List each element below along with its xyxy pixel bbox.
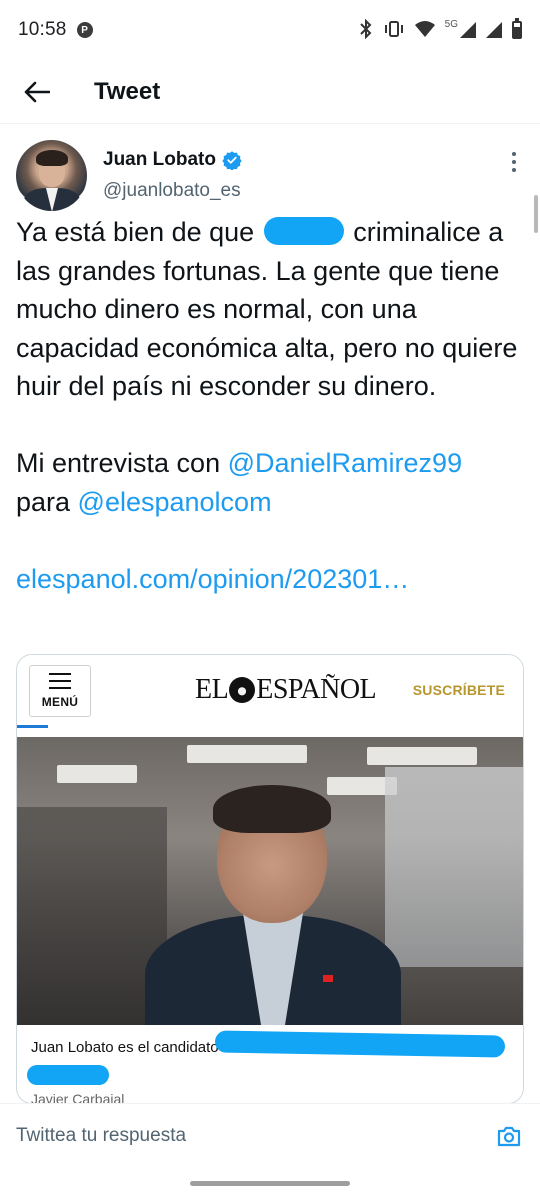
tweet: Juan Lobato @juanlobato_es Ya está bien … xyxy=(0,124,540,1104)
site-menu-button[interactable]: MENÚ xyxy=(29,665,91,717)
status-bar: 10:58 P 5G xyxy=(0,0,540,60)
network-type: 5G xyxy=(444,18,458,30)
battery-icon xyxy=(512,18,522,39)
verified-badge-icon xyxy=(222,151,242,170)
tweet-text-part-1: Ya está bien de que xyxy=(16,217,262,247)
hamburger-icon xyxy=(49,673,71,689)
avatar[interactable] xyxy=(16,140,87,211)
reading-progress xyxy=(17,725,523,728)
redaction-mark xyxy=(263,217,344,245)
site-header: MENÚ EL ESPAÑOL SUSCRÍBETE xyxy=(17,655,523,728)
mention-danielramirez99[interactable]: @DanielRamirez99 xyxy=(228,448,463,478)
home-indicator[interactable] xyxy=(190,1181,350,1186)
signal-icon xyxy=(460,22,476,38)
tweet-author: Juan Lobato @juanlobato_es xyxy=(0,124,540,214)
status-time: 10:58 xyxy=(18,19,67,40)
tweet-text: Ya está bien de que criminalice a las gr… xyxy=(16,213,526,598)
caption-redaction-mark-2 xyxy=(27,1065,109,1085)
site-logo: EL ESPAÑOL xyxy=(195,674,377,706)
reply-bar xyxy=(0,1103,540,1167)
interview-prefix: Mi entrevista con xyxy=(16,448,228,478)
mention-elespanolcom[interactable]: @elespanolcom xyxy=(78,487,272,517)
more-options-button[interactable] xyxy=(508,152,520,172)
author-name-row: Juan Lobato xyxy=(103,149,242,171)
camera-icon[interactable] xyxy=(496,1124,522,1148)
author-handle[interactable]: @juanlobato_es xyxy=(103,180,241,202)
subscribe-link[interactable]: SUSCRÍBETE xyxy=(413,682,505,698)
arrow-left-icon xyxy=(24,81,50,102)
scrollbar[interactable] xyxy=(534,195,538,233)
signal-icon-2 xyxy=(486,22,502,38)
article-photo xyxy=(17,737,523,1025)
back-button[interactable] xyxy=(17,72,57,112)
more-dots-icon xyxy=(512,152,516,156)
brand-left: EL xyxy=(195,674,229,705)
top-app-bar: Tweet xyxy=(0,60,540,124)
article-url-link[interactable]: elespanol.com/opinion/202301… xyxy=(16,564,409,594)
app-notification-icon: P xyxy=(76,22,93,38)
vibrate-icon xyxy=(383,20,405,41)
link-preview-card[interactable]: MENÚ EL ESPAÑOL SUSCRÍBETE Juan Lobato e… xyxy=(16,654,524,1104)
status-icons: 5G xyxy=(359,18,522,42)
author-name[interactable]: Juan Lobato xyxy=(103,149,216,171)
interview-middle: para xyxy=(16,486,78,517)
brand-right: ESPAÑOL xyxy=(256,674,377,705)
lion-logo-icon xyxy=(229,677,256,703)
wifi-icon xyxy=(414,20,435,40)
page-title: Tweet xyxy=(94,77,161,105)
menu-label: MENÚ xyxy=(41,695,79,709)
reply-input[interactable] xyxy=(16,1124,456,1147)
bluetooth-icon xyxy=(359,18,373,42)
